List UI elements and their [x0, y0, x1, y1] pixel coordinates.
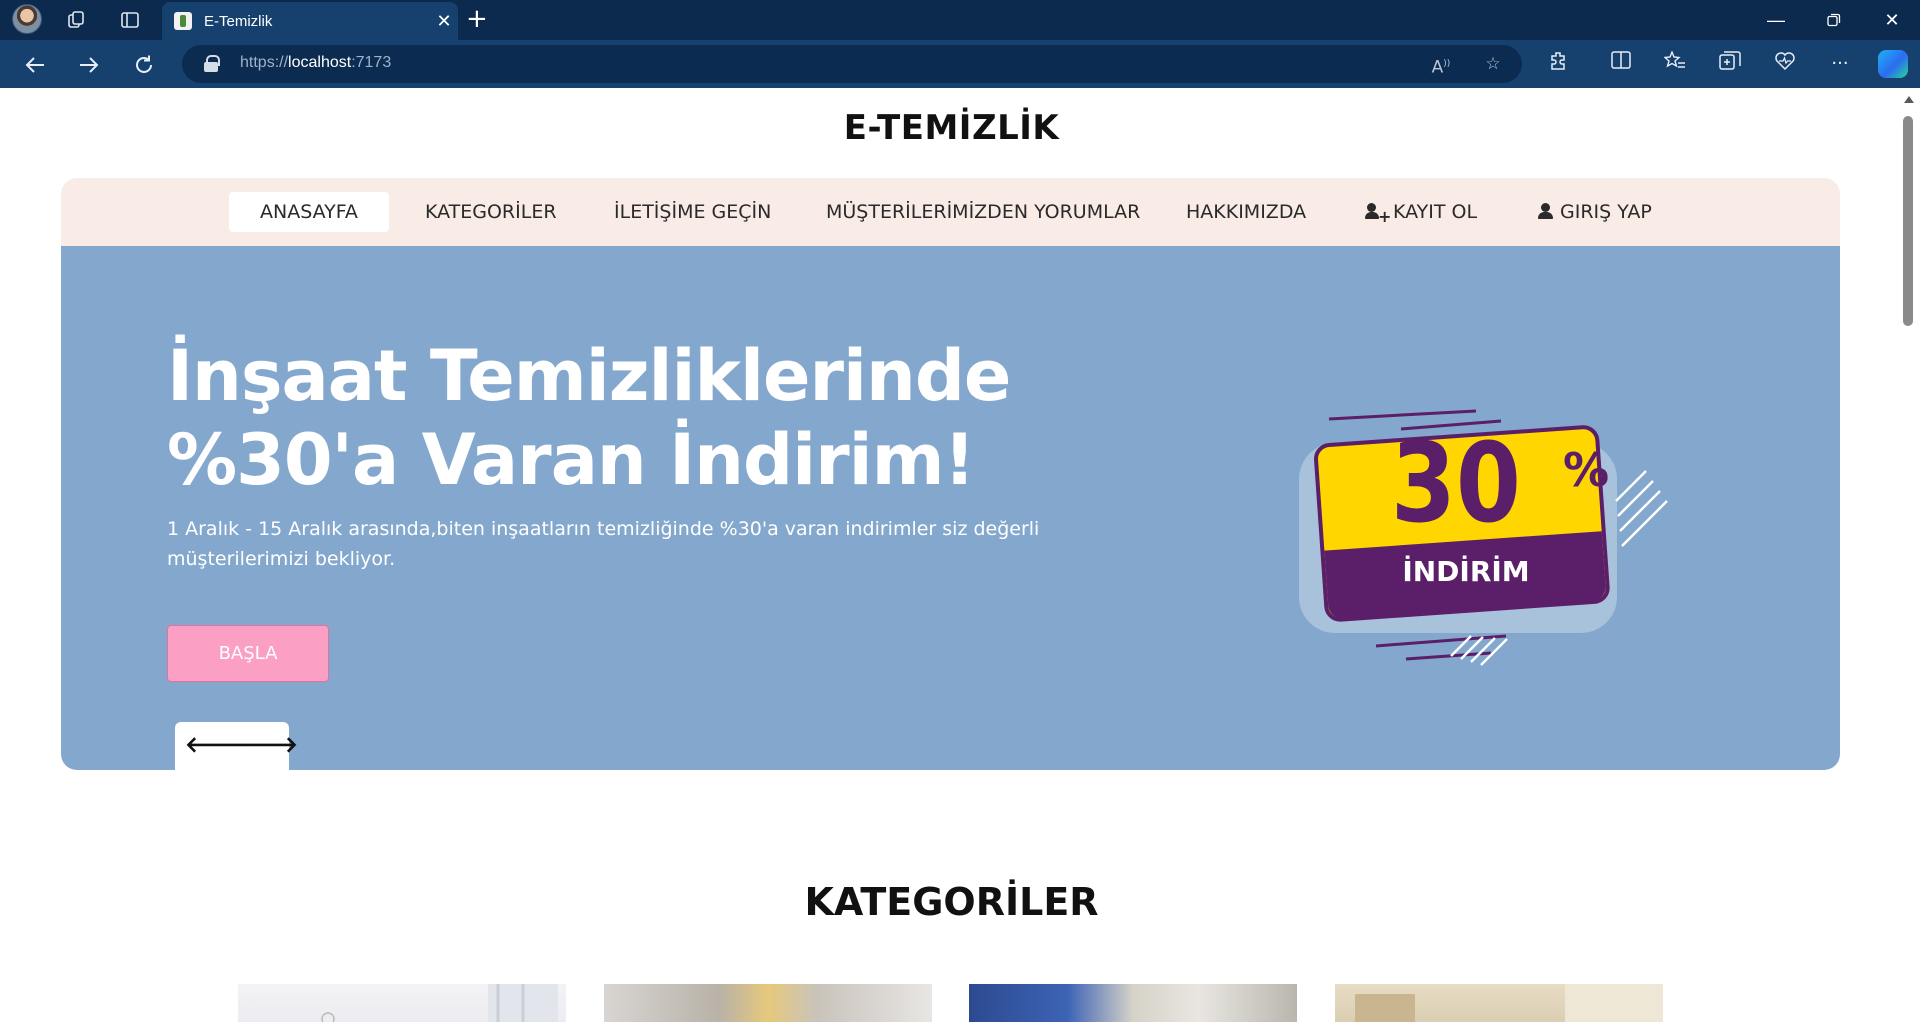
- browser-toolbar: https://localhost:7173 A)) ☆ ···: [0, 40, 1920, 88]
- badge-label: İNDİRİM: [1402, 554, 1529, 588]
- favorites-list-icon[interactable]: [1662, 50, 1688, 77]
- site-favicon-icon: [174, 12, 192, 30]
- restore-icon[interactable]: [1806, 0, 1862, 40]
- extensions-icon[interactable]: [1545, 51, 1571, 77]
- close-tab-icon[interactable]: ✕: [430, 11, 458, 32]
- categories-title: KATEGORİLER: [804, 880, 1099, 924]
- nav-item-kayit-ol[interactable]: KAYIT OL: [1365, 192, 1477, 237]
- nav-item-hakkimizda[interactable]: HAKKIMIZDA: [1186, 192, 1306, 232]
- url-text[interactable]: https://localhost:7173: [240, 54, 391, 72]
- main-nav: ANASAYFA KATEGORİLER İLETİŞİME GEÇİN MÜŞ…: [61, 178, 1840, 246]
- copilot-icon[interactable]: [1878, 50, 1908, 78]
- scrollbar-thumb[interactable]: [1903, 116, 1913, 326]
- page-viewport: E-TEMİZLİK ANASAYFA KATEGORİLER İLETİŞİM…: [5, 88, 1898, 1022]
- active-tab[interactable]: E-Temizlik ✕: [162, 2, 458, 40]
- hero-description: 1 Aralık - 15 Aralık arasında,biten inşa…: [167, 518, 1040, 570]
- site-brand[interactable]: E-TEMİZLİK: [5, 108, 1898, 148]
- category-card[interactable]: [1335, 984, 1663, 1022]
- tab-actions-icon[interactable]: [116, 6, 144, 34]
- more-options-icon[interactable]: ···: [1827, 51, 1853, 77]
- profile-avatar[interactable]: [12, 4, 42, 34]
- hero-title: İnşaat Temizliklerinde %30'a Varan İndir…: [167, 335, 1011, 501]
- badge-percent: %: [1563, 443, 1609, 497]
- discount-badge: 30 % İNDİRİM: [1299, 409, 1668, 666]
- split-screen-icon[interactable]: [1608, 51, 1634, 77]
- lock-icon[interactable]: [204, 55, 220, 72]
- category-card[interactable]: [969, 984, 1297, 1022]
- read-aloud-icon[interactable]: A)): [1430, 53, 1452, 78]
- tab-title: E-Temizlik: [204, 12, 273, 30]
- page-scrollbar[interactable]: [1898, 88, 1920, 1022]
- carousel-next-arrow-icon[interactable]: 🡒: [239, 732, 298, 760]
- favorite-star-icon[interactable]: ☆: [1482, 53, 1504, 75]
- collections-icon[interactable]: [1717, 51, 1743, 77]
- carousel-prev-arrow-icon[interactable]: 🡐: [185, 732, 244, 760]
- category-card[interactable]: [238, 984, 566, 1022]
- hero-carousel: İnşaat Temizliklerinde %30'a Varan İndir…: [61, 246, 1840, 770]
- basla-button[interactable]: BAŞLA: [167, 625, 329, 682]
- back-arrow-icon[interactable]: [19, 49, 51, 81]
- refresh-icon[interactable]: [128, 49, 160, 81]
- address-bar[interactable]: https://localhost:7173 A)) ☆: [182, 45, 1522, 83]
- nav-item-giris-yap[interactable]: GIRIŞ YAP: [1538, 192, 1652, 232]
- nav-item-kategoriler[interactable]: KATEGORİLER: [425, 192, 557, 232]
- close-window-icon[interactable]: ✕: [1864, 0, 1920, 40]
- workspaces-icon[interactable]: [62, 6, 90, 34]
- minimize-icon[interactable]: —: [1748, 0, 1804, 40]
- browser-title-bar: E-Temizlik ✕ + — ✕: [0, 0, 1920, 40]
- forward-arrow-icon[interactable]: [73, 49, 105, 81]
- badge-number: 30: [1391, 420, 1521, 548]
- scroll-up-arrow-icon[interactable]: [1904, 96, 1914, 103]
- user-plus-icon: [1365, 197, 1391, 237]
- browser-essentials-icon[interactable]: [1772, 51, 1798, 77]
- nav-item-musteri-yorumlari[interactable]: MÜŞTERİLERİMİZDEN YORUMLAR: [826, 192, 1140, 232]
- nav-item-iletisime-gecin[interactable]: İLETİŞİME GEÇİN: [614, 192, 771, 232]
- carousel-controls: 🡐 🡒: [175, 722, 298, 770]
- nav-item-anasayfa[interactable]: ANASAYFA: [229, 192, 389, 232]
- new-tab-icon[interactable]: +: [466, 5, 488, 33]
- user-icon: [1538, 203, 1554, 219]
- category-card[interactable]: [604, 984, 932, 1022]
